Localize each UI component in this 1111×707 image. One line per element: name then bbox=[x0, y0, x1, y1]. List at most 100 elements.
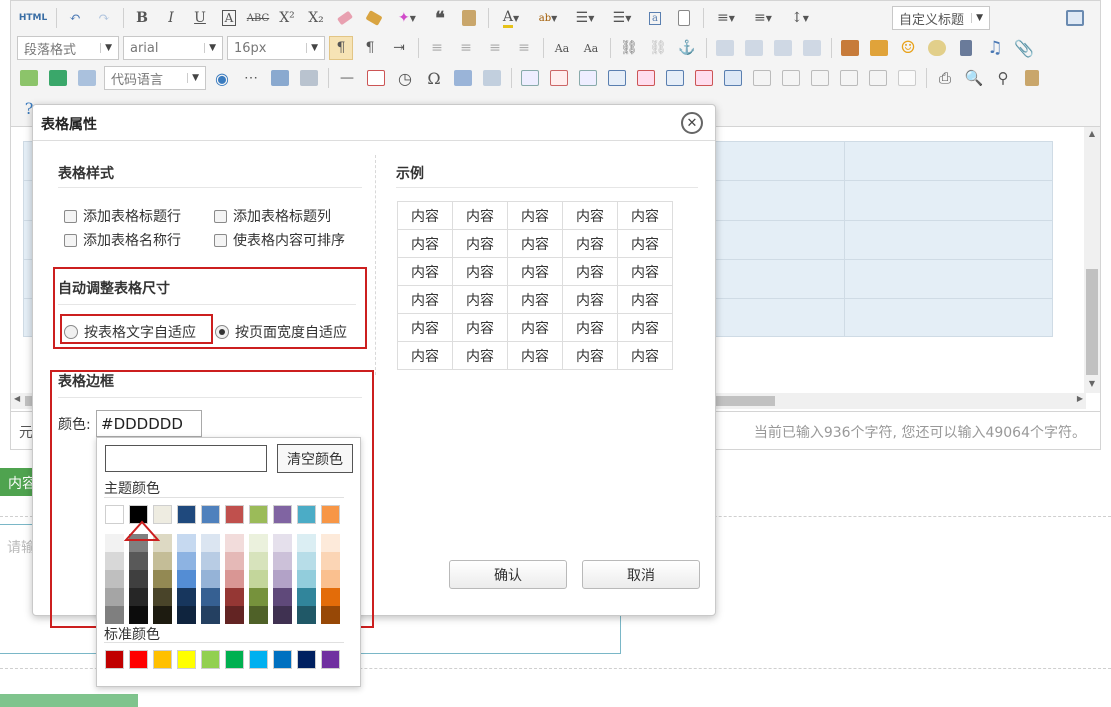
eraser-icon[interactable] bbox=[333, 6, 357, 30]
word-image-icon[interactable] bbox=[451, 66, 475, 90]
link-icon[interactable]: ⛓ bbox=[617, 36, 641, 60]
redo-icon[interactable]: ↷ bbox=[92, 6, 116, 30]
subscript-icon[interactable]: X₂ bbox=[304, 6, 328, 30]
indent-icon[interactable]: ⇥ bbox=[387, 36, 411, 60]
standard-color-swatch[interactable] bbox=[273, 650, 292, 669]
theme-tone-swatch[interactable] bbox=[321, 570, 340, 588]
theme-tone-swatch[interactable] bbox=[273, 570, 292, 588]
insert-video-icon[interactable] bbox=[954, 36, 978, 60]
anchor-icon[interactable]: ⚓ bbox=[675, 36, 699, 60]
standard-color-swatch[interactable] bbox=[129, 650, 148, 669]
standard-color-swatch[interactable] bbox=[105, 650, 124, 669]
theme-tone-swatch[interactable] bbox=[297, 552, 316, 570]
date-icon[interactable] bbox=[364, 66, 388, 90]
background-icon[interactable] bbox=[297, 66, 321, 90]
theme-tone-swatch[interactable] bbox=[273, 606, 292, 624]
checkbox-title-row[interactable]: 添加表格标题行 bbox=[64, 206, 181, 226]
theme-tone-swatch[interactable] bbox=[129, 552, 148, 570]
theme-tone-swatch[interactable] bbox=[321, 588, 340, 606]
split-to-cols-icon[interactable] bbox=[837, 66, 861, 90]
image-left-icon[interactable] bbox=[742, 36, 766, 60]
theme-tone-swatch[interactable] bbox=[249, 606, 268, 624]
strikethrough-icon[interactable]: ABC bbox=[246, 6, 270, 30]
theme-tone-swatch[interactable] bbox=[321, 552, 340, 570]
standard-color-swatch[interactable] bbox=[153, 650, 172, 669]
delete-col-icon[interactable] bbox=[692, 66, 716, 90]
simple-upload-icon[interactable] bbox=[838, 36, 862, 60]
superscript-icon[interactable]: X² bbox=[275, 6, 299, 30]
rtl-direction-icon[interactable]: ¶ bbox=[358, 36, 382, 60]
insert-image-icon[interactable] bbox=[867, 36, 891, 60]
theme-color-swatch[interactable] bbox=[201, 505, 220, 524]
theme-color-swatch[interactable] bbox=[297, 505, 316, 524]
underline-icon[interactable]: U bbox=[188, 6, 212, 30]
row-spacing-bottom-icon[interactable]: ≡ ▼ bbox=[747, 6, 779, 30]
radio-fit-page[interactable]: 按页面宽度自适应 bbox=[215, 322, 347, 342]
split-to-rows-icon[interactable] bbox=[808, 66, 832, 90]
image-center-icon[interactable] bbox=[800, 36, 824, 60]
font-border-icon[interactable]: A bbox=[217, 6, 241, 30]
theme-tone-swatch[interactable] bbox=[129, 570, 148, 588]
delete-row-icon[interactable] bbox=[634, 66, 658, 90]
editor-vertical-scrollbar[interactable]: ▲ ▼ bbox=[1084, 127, 1100, 393]
theme-tone-swatch[interactable] bbox=[177, 534, 196, 552]
web-app-icon[interactable]: ◉ bbox=[210, 66, 234, 90]
custom-title-select[interactable]: 自定义标题 ▼ bbox=[892, 6, 990, 30]
theme-tone-swatch[interactable] bbox=[201, 570, 220, 588]
theme-tone-swatch[interactable] bbox=[177, 606, 196, 624]
theme-tone-swatch[interactable] bbox=[297, 588, 316, 606]
theme-tone-swatch[interactable] bbox=[225, 588, 244, 606]
theme-tone-swatch[interactable] bbox=[273, 588, 292, 606]
theme-tone-swatch[interactable] bbox=[153, 606, 172, 624]
align-justify-icon[interactable]: ≡ bbox=[512, 36, 536, 60]
insert-frame-icon[interactable] bbox=[75, 66, 99, 90]
theme-tone-swatch[interactable] bbox=[273, 552, 292, 570]
theme-tone-swatch[interactable] bbox=[105, 552, 124, 570]
paste-plain-icon[interactable] bbox=[457, 6, 481, 30]
radio-selected-icon[interactable] bbox=[215, 325, 229, 339]
map-icon[interactable] bbox=[17, 66, 41, 90]
page-break-icon[interactable]: ⋯ bbox=[239, 66, 263, 90]
theme-color-swatch[interactable] bbox=[177, 505, 196, 524]
theme-tone-swatch[interactable] bbox=[249, 552, 268, 570]
theme-tone-swatch[interactable] bbox=[225, 534, 244, 552]
theme-tone-swatch[interactable] bbox=[201, 552, 220, 570]
checkbox-sortable[interactable]: 使表格内容可排序 bbox=[214, 230, 345, 250]
standard-color-swatch[interactable] bbox=[225, 650, 244, 669]
clear-doc-icon[interactable] bbox=[672, 6, 696, 30]
dialog-titlebar[interactable]: 表格属性 ✕ bbox=[33, 105, 715, 141]
emotion-icon[interactable]: ☺ bbox=[896, 36, 920, 60]
theme-tone-swatch[interactable] bbox=[201, 534, 220, 552]
font-family-select[interactable]: arial ▼ bbox=[123, 36, 223, 60]
theme-tone-swatch[interactable] bbox=[105, 570, 124, 588]
image-none-icon[interactable] bbox=[713, 36, 737, 60]
theme-tone-swatch[interactable] bbox=[225, 606, 244, 624]
template-icon[interactable] bbox=[268, 66, 292, 90]
theme-color-swatch[interactable] bbox=[105, 505, 124, 524]
checkbox-icon[interactable] bbox=[214, 209, 227, 223]
image-right-icon[interactable] bbox=[771, 36, 795, 60]
music-icon[interactable]: ♫ bbox=[983, 36, 1007, 60]
align-left-icon[interactable]: ≡ bbox=[425, 36, 449, 60]
select-all-icon[interactable]: a bbox=[643, 6, 667, 30]
theme-color-swatch[interactable] bbox=[273, 505, 292, 524]
unlink-icon[interactable]: ⛓ bbox=[646, 36, 670, 60]
merge-cells-icon[interactable] bbox=[721, 66, 745, 90]
split-to-cells-icon[interactable] bbox=[866, 66, 890, 90]
time-icon[interactable]: ◷ bbox=[393, 66, 417, 90]
theme-tone-swatch[interactable] bbox=[249, 570, 268, 588]
theme-tone-swatch[interactable] bbox=[249, 588, 268, 606]
fullscreen-icon[interactable] bbox=[1063, 6, 1087, 30]
theme-tone-swatch[interactable] bbox=[153, 552, 172, 570]
code-language-select[interactable]: 代码语言 ▼ bbox=[104, 66, 206, 90]
theme-tone-swatch[interactable] bbox=[225, 570, 244, 588]
checkbox-title-col[interactable]: 添加表格标题列 bbox=[214, 206, 331, 226]
merge-down-icon[interactable] bbox=[779, 66, 803, 90]
standard-color-swatch[interactable] bbox=[297, 650, 316, 669]
theme-tone-swatch[interactable] bbox=[177, 570, 196, 588]
font-color-icon[interactable]: A ▼ bbox=[495, 6, 527, 30]
search-replace-icon[interactable]: ⚲ bbox=[991, 66, 1015, 90]
print-icon[interactable]: ⎙ bbox=[933, 66, 957, 90]
lowercase-icon[interactable]: Aa bbox=[579, 36, 603, 60]
theme-tone-swatch[interactable] bbox=[177, 552, 196, 570]
